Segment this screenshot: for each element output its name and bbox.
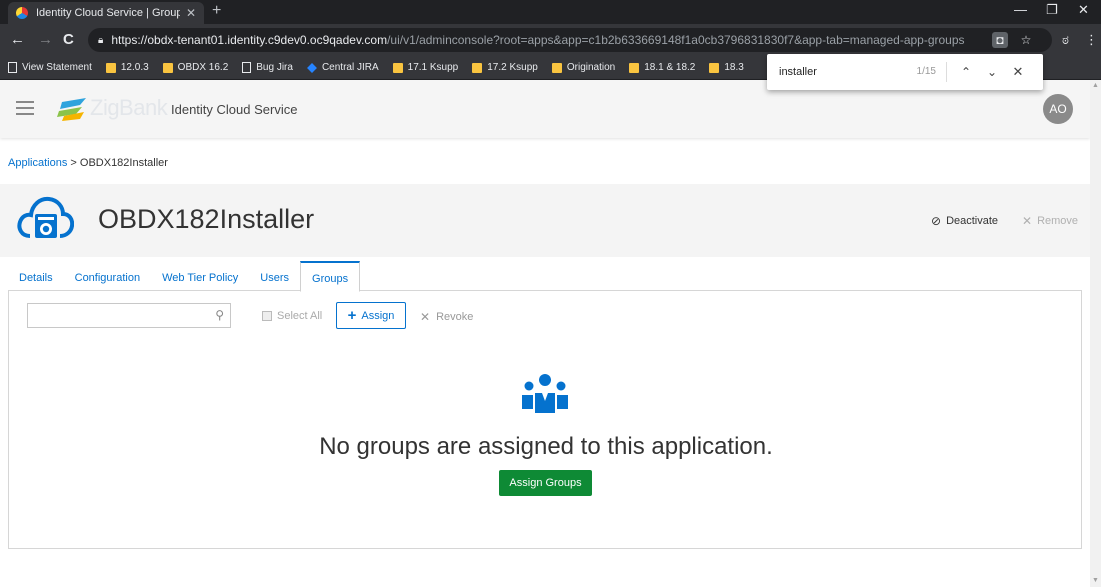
find-previous-icon[interactable]: ⌃ bbox=[953, 65, 979, 79]
folder-icon bbox=[709, 62, 720, 73]
assign-button[interactable]: + Assign bbox=[336, 302, 406, 329]
browser-toolbar: ← → C 🔒︎ https://obdx-tenant01.identity.… bbox=[0, 24, 1101, 56]
breadcrumb-applications-link[interactable]: Applications bbox=[8, 157, 67, 169]
plus-icon: + bbox=[347, 307, 357, 324]
bookmark-item[interactable]: 17.2 Ksupp bbox=[472, 62, 538, 73]
deactivate-button[interactable]: ⊘ Deactivate bbox=[931, 214, 998, 228]
window-close-icon[interactable]: ✕ bbox=[1078, 2, 1089, 18]
bookmark-star-icon[interactable]: ☆ bbox=[1018, 32, 1034, 48]
breadcrumb: Applications > OBDX182Installer bbox=[8, 157, 168, 169]
breadcrumb-current: OBDX182Installer bbox=[79, 157, 168, 169]
page-action-icon[interactable]: ◘ bbox=[992, 32, 1008, 48]
bookmark-item[interactable]: Bug Jira bbox=[242, 62, 293, 73]
url-host: https://obdx-tenant01.identity.c9dev0.oc… bbox=[111, 33, 388, 47]
tab-details[interactable]: Details bbox=[8, 272, 64, 291]
find-input[interactable]: installer bbox=[779, 66, 917, 78]
user-avatar[interactable]: AO bbox=[1043, 94, 1073, 124]
forward-icon[interactable]: → bbox=[38, 31, 53, 48]
remove-icon: ✕ bbox=[1022, 214, 1033, 228]
folder-icon bbox=[105, 62, 116, 73]
find-bar: installer 1/15 ⌃ ⌄ ✕ bbox=[767, 54, 1043, 90]
lock-icon: 🔒︎ bbox=[98, 34, 104, 46]
assign-groups-button[interactable]: Assign Groups bbox=[499, 470, 592, 496]
browser-tab-strip: Identity Cloud Service | Groups ✕ + — ❐ … bbox=[0, 0, 1101, 24]
restore-icon[interactable]: ❐ bbox=[1046, 2, 1058, 18]
page-icon bbox=[242, 62, 252, 73]
url-path: /ui/v1/adminconsole?root=apps&app=c1b2b6… bbox=[387, 33, 965, 47]
find-next-icon[interactable]: ⌄ bbox=[979, 65, 1005, 79]
revoke-icon: ✕ bbox=[420, 310, 431, 324]
empty-state-message: No groups are assigned to this applicati… bbox=[319, 433, 773, 460]
find-close-icon[interactable]: ✕ bbox=[1005, 64, 1031, 80]
brand-name: ZigBank bbox=[90, 95, 168, 120]
tab-groups[interactable]: Groups bbox=[300, 261, 361, 292]
menu-icon[interactable] bbox=[16, 101, 34, 115]
folder-icon bbox=[392, 62, 403, 73]
folder-icon bbox=[472, 62, 483, 73]
deactivate-icon: ⊘ bbox=[931, 214, 942, 228]
bookmark-item[interactable]: 12.0.3 bbox=[105, 62, 149, 73]
site-favicon-icon bbox=[16, 7, 28, 19]
new-tab-icon[interactable]: + bbox=[212, 2, 221, 20]
browser-tab[interactable]: Identity Cloud Service | Groups ✕ bbox=[8, 2, 204, 24]
folder-icon bbox=[551, 62, 562, 73]
service-title: Identity Cloud Service bbox=[171, 102, 298, 117]
bookmark-item[interactable]: Central JIRA bbox=[307, 62, 379, 73]
breadcrumb-separator: > bbox=[70, 157, 77, 169]
page-scrollbar[interactable]: ▲ ▼ bbox=[1090, 80, 1101, 587]
reload-icon[interactable]: C bbox=[63, 31, 74, 48]
bookmark-item[interactable]: View Statement bbox=[8, 62, 92, 73]
chrome-menu-icon[interactable]: ⋮ bbox=[1085, 32, 1098, 48]
bookmark-item[interactable]: 18.3 bbox=[709, 62, 744, 73]
scroll-up-icon[interactable]: ▲ bbox=[1092, 82, 1099, 89]
jira-icon bbox=[307, 62, 317, 73]
zigbank-logo-icon bbox=[57, 98, 86, 121]
folder-icon bbox=[629, 62, 640, 73]
folder-icon bbox=[162, 62, 173, 73]
search-input[interactable]: ⚲ bbox=[27, 303, 231, 328]
application-tabs: Details Configuration Web Tier Policy Us… bbox=[8, 258, 361, 292]
application-header: OBDX182Installer ⊘ Deactivate ✕ Remove bbox=[0, 184, 1090, 257]
tab-users[interactable]: Users bbox=[249, 272, 300, 291]
back-icon[interactable]: ← bbox=[10, 31, 25, 48]
tab-close-icon[interactable]: ✕ bbox=[186, 6, 196, 20]
tab-web-tier-policy[interactable]: Web Tier Policy bbox=[151, 272, 249, 291]
cloud-application-icon bbox=[17, 196, 74, 238]
bookmark-item[interactable]: 17.1 Ksupp bbox=[392, 62, 458, 73]
address-bar[interactable]: 🔒︎ https://obdx-tenant01.identity.c9dev0… bbox=[88, 28, 1052, 52]
extension-icon[interactable]: ಠ bbox=[1062, 32, 1069, 48]
application-name: OBDX182Installer bbox=[98, 204, 315, 234]
bookmark-item[interactable]: Origination bbox=[551, 62, 615, 73]
select-all-checkbox[interactable]: Select All bbox=[262, 310, 322, 322]
search-icon[interactable]: ⚲ bbox=[215, 308, 224, 322]
bookmark-item[interactable]: 18.1 & 18.2 bbox=[629, 62, 695, 73]
scroll-down-icon[interactable]: ▼ bbox=[1092, 577, 1099, 584]
tab-title: Identity Cloud Service | Groups bbox=[36, 7, 180, 19]
groups-icon bbox=[522, 374, 568, 413]
checkbox-icon bbox=[262, 311, 272, 321]
tab-configuration[interactable]: Configuration bbox=[64, 272, 151, 291]
revoke-button[interactable]: ✕ Revoke bbox=[420, 310, 473, 324]
remove-button[interactable]: ✕ Remove bbox=[1022, 214, 1078, 228]
page-icon bbox=[8, 62, 17, 73]
bookmark-item[interactable]: OBDX 16.2 bbox=[162, 62, 228, 73]
minimize-icon[interactable]: — bbox=[1014, 2, 1027, 17]
groups-panel: ⚲ Select All + Assign ✕ Revoke No groups… bbox=[8, 290, 1082, 549]
find-count: 1/15 bbox=[917, 62, 947, 82]
